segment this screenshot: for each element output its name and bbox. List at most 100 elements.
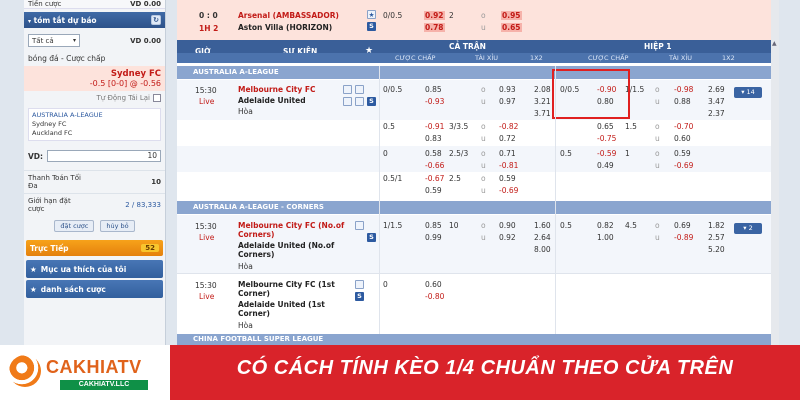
more-markets-button[interactable]: ▾ 14: [734, 87, 762, 98]
scroll-up-icon[interactable]: ▲: [772, 40, 778, 47]
odds-over[interactable]: -0.82: [499, 122, 518, 131]
odds-home[interactable]: 0.58: [425, 149, 442, 158]
h1-x[interactable]: 5.20: [708, 245, 725, 254]
h1-over[interactable]: -0.70: [674, 122, 693, 131]
scrollbar[interactable]: ▲: [771, 0, 779, 345]
odds-home[interactable]: -0.91: [425, 122, 444, 131]
h1-under[interactable]: 0.60: [674, 134, 691, 143]
stats-icon[interactable]: S: [355, 292, 364, 301]
odds-over[interactable]: 0.71: [499, 149, 516, 158]
refresh-icon[interactable]: ↻: [151, 15, 161, 25]
star-icon[interactable]: [355, 280, 364, 289]
star-icon[interactable]: [355, 85, 364, 94]
h1-away[interactable]: 0.49: [597, 161, 614, 170]
top-home[interactable]: Arsenal (AMBASSADOR): [238, 11, 339, 20]
odds-over[interactable]: 0.90: [499, 221, 516, 230]
bet-list-button[interactable]: ★ danh sách cược: [26, 280, 163, 298]
h1-ou-line: 4.5: [625, 221, 637, 230]
odds-under[interactable]: -0.81: [499, 161, 518, 170]
chart-icon[interactable]: [343, 97, 352, 106]
top-home-odds[interactable]: 0.92: [424, 11, 445, 20]
home-team[interactable]: Melbourne City FC (1st Corner): [238, 280, 356, 298]
league-header[interactable]: AUSTRALIA A-LEAGUE - CORNERS: [177, 201, 771, 214]
star-icon[interactable]: ★: [367, 10, 376, 19]
h1-x[interactable]: 2.37: [708, 109, 725, 118]
odds-under[interactable]: 0.72: [499, 134, 516, 143]
home-team[interactable]: Melbourne City FC: [238, 85, 316, 94]
stats-icon[interactable]: S: [367, 233, 376, 242]
h1-over[interactable]: -0.98: [674, 85, 693, 94]
away-team[interactable]: Adelaide United (No.of Corners): [238, 241, 356, 259]
odds-away[interactable]: -0.66: [425, 161, 444, 170]
h1-under[interactable]: 0.88: [674, 97, 691, 106]
summary-header[interactable]: ▾ tóm tắt dự báo ↻: [24, 12, 165, 28]
ou-o: o: [481, 122, 486, 131]
odds-under[interactable]: -0.69: [499, 186, 518, 195]
odds-over[interactable]: 0.93: [499, 85, 516, 94]
away-team[interactable]: Adelaide United (1st Corner): [238, 300, 356, 318]
filter-select[interactable]: Tất cả ▾: [28, 34, 80, 47]
odds-hdp: 0: [383, 149, 388, 158]
odds-away[interactable]: -0.80: [425, 292, 444, 301]
top-away-odds[interactable]: 0.78: [424, 23, 445, 32]
h1-over[interactable]: 0.69: [674, 221, 691, 230]
h1-2[interactable]: 3.47: [708, 97, 725, 106]
odds-home[interactable]: 0.85: [425, 221, 442, 230]
h1-under[interactable]: -0.69: [674, 161, 693, 170]
odds-2[interactable]: 3.21: [534, 97, 551, 106]
tv-icon[interactable]: [343, 85, 352, 94]
odds-x[interactable]: 3.71: [534, 109, 551, 118]
odds-row-bg: [177, 172, 771, 199]
top-under[interactable]: 0.65: [501, 23, 522, 32]
star-icon[interactable]: [355, 221, 364, 230]
odds-home[interactable]: 0.60: [425, 280, 442, 289]
auto-accept[interactable]: Tự Động Tái Lại: [24, 91, 165, 105]
odds-away[interactable]: 0.99: [425, 233, 442, 242]
h1-home[interactable]: 0.65: [597, 122, 614, 131]
h1-home[interactable]: 0.82: [597, 221, 614, 230]
h1-1[interactable]: 1.82: [708, 221, 725, 230]
payout-value: 10: [151, 178, 161, 186]
h1-ou-line: 1: [625, 149, 630, 158]
h1-away[interactable]: -0.75: [597, 134, 616, 143]
odds-away[interactable]: 0.83: [425, 134, 442, 143]
odds-ou-line: 10: [449, 221, 459, 230]
column-divider: [379, 66, 380, 334]
h1-under[interactable]: -0.89: [674, 233, 693, 242]
odds-ou-line: 2.5/3: [449, 149, 469, 158]
odds-1[interactable]: 2.08: [534, 85, 551, 94]
odds-away[interactable]: -0.93: [425, 97, 444, 106]
cancel-button[interactable]: hủy bỏ: [100, 220, 135, 232]
auto-accept-checkbox[interactable]: [153, 94, 161, 102]
match-time: 15:30: [195, 222, 217, 231]
more-markets-button[interactable]: ▾ 2: [734, 223, 762, 234]
live-button[interactable]: Trực Tiếp 52: [26, 240, 163, 256]
h1-1[interactable]: 2.69: [708, 85, 725, 94]
h1-away[interactable]: 1.00: [597, 233, 614, 242]
away-team[interactable]: Adelaide United: [238, 96, 306, 105]
odds-2[interactable]: 2.64: [534, 233, 551, 242]
stats-icon[interactable]: S: [367, 22, 376, 31]
league-header[interactable]: CHINA FOOTBALL SUPER LEAGUE: [177, 334, 771, 345]
stats-icon[interactable]: S: [367, 97, 376, 106]
ou-u: u: [481, 233, 486, 242]
odds-home[interactable]: 0.85: [425, 85, 442, 94]
h1-over[interactable]: 0.59: [674, 149, 691, 158]
odds-over[interactable]: 0.59: [499, 174, 516, 183]
info-icon[interactable]: [355, 97, 364, 106]
league-header[interactable]: AUSTRALIA A-LEAGUE: [177, 66, 771, 79]
odds-away[interactable]: 0.59: [425, 186, 442, 195]
home-team[interactable]: Melbourne City FC (No.of Corners): [238, 221, 356, 239]
favorites-button[interactable]: ★ Mục ưa thích của tôi: [26, 260, 163, 278]
h1-2[interactable]: 2.57: [708, 233, 725, 242]
top-over[interactable]: 0.95: [501, 11, 522, 20]
odds-home[interactable]: -0.67: [425, 174, 444, 183]
odds-under[interactable]: 0.97: [499, 97, 516, 106]
stake-input[interactable]: 10: [47, 150, 161, 162]
top-away[interactable]: Aston Villa (HORIZON): [238, 23, 332, 32]
place-bet-button[interactable]: đặt cược: [54, 220, 95, 232]
odds-1[interactable]: 1.60: [534, 221, 551, 230]
h1-home[interactable]: -0.59: [597, 149, 616, 158]
odds-x[interactable]: 8.00: [534, 245, 551, 254]
odds-under[interactable]: 0.92: [499, 233, 516, 242]
